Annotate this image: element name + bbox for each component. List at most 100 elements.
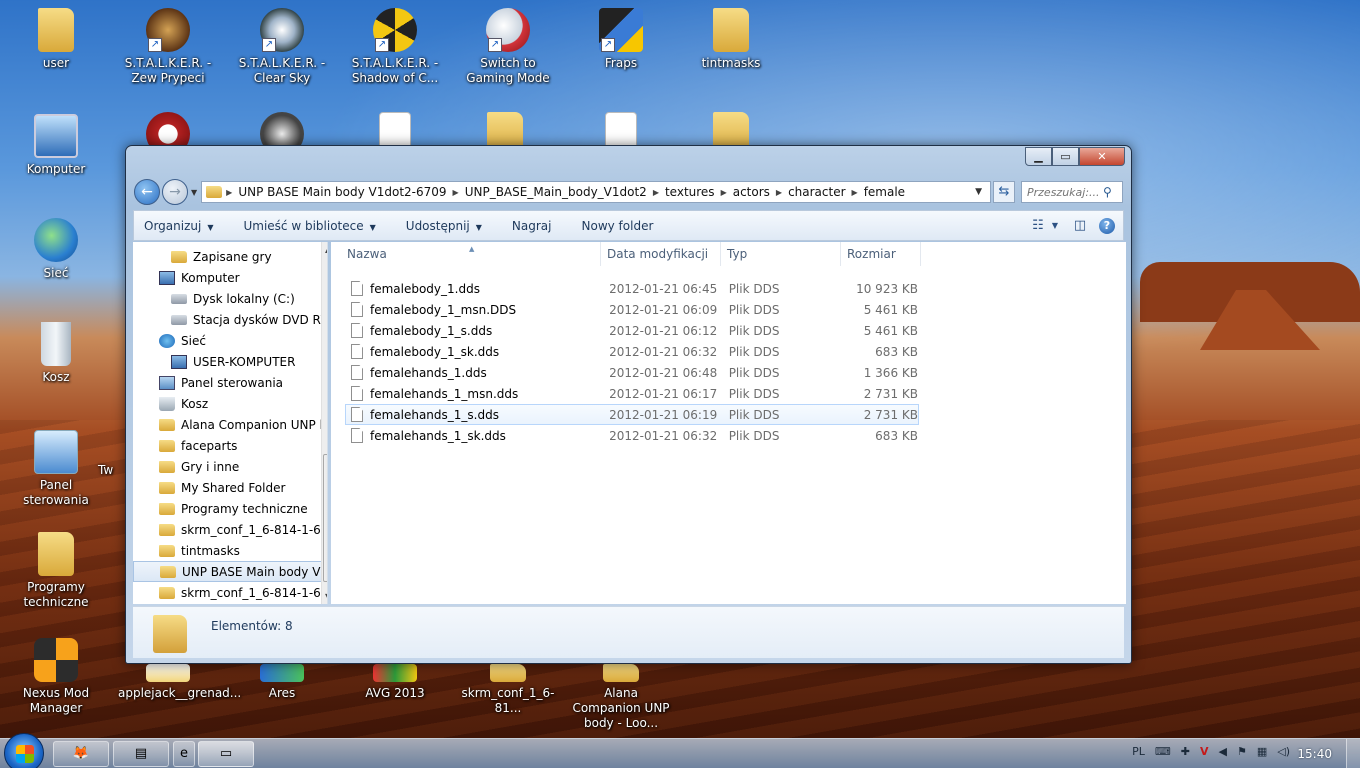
maximize-button[interactable]: ▭ xyxy=(1052,147,1079,166)
chevron-right-icon[interactable]: ▶ xyxy=(226,188,232,197)
desktop-icon-control-panel[interactable]: Panel sterowania xyxy=(6,430,106,508)
nav-item[interactable]: skrm_conf_1_6-814-1-6.z xyxy=(133,582,327,603)
nav-item[interactable]: Zapisane gry xyxy=(133,246,327,267)
nav-item[interactable]: Kosz xyxy=(133,393,327,414)
nav-item[interactable]: Panel sterowania xyxy=(133,372,327,393)
breadcrumb-item[interactable]: UNP_BASE_Main_body_V1dot2 xyxy=(465,185,647,199)
close-button[interactable]: ✕ xyxy=(1079,147,1125,166)
file-row[interactable]: femalehands_1_s.dds 2012-01-21 06:19 Plik … xyxy=(345,404,919,425)
desktop-icon-nexus[interactable]: Nexus Mod Manager xyxy=(6,638,106,716)
nav-item[interactable]: Stacja dysków DVD RW xyxy=(133,309,327,330)
desktop-icon-partial-folder[interactable] xyxy=(455,112,555,146)
desktop-icon-partial-folder2[interactable] xyxy=(681,112,781,146)
clock[interactable]: 15:40 xyxy=(1297,747,1332,761)
nav-item[interactable]: Gry i inne xyxy=(133,456,327,477)
new-folder-button[interactable]: Nowy folder xyxy=(582,219,654,233)
show-desktop-button[interactable] xyxy=(1346,739,1360,768)
desktop-icon-alana[interactable]: Alana Companion UNP body - Loo... xyxy=(571,664,671,731)
search-box[interactable]: ⚲ xyxy=(1021,181,1123,203)
desktop-icon-applejack[interactable]: applejack__grenad... xyxy=(118,664,241,701)
desktop-icon-partial-file[interactable] xyxy=(571,112,671,146)
nav-item[interactable]: My Shared Folder xyxy=(133,477,327,498)
file-row[interactable]: femalehands_1_sk.dds 2012-01-21 06:32 Plik… xyxy=(345,425,919,446)
flag-tray-icon[interactable]: ⚑ xyxy=(1237,745,1247,758)
column-size[interactable]: Rozmiar xyxy=(841,242,921,266)
start-button[interactable] xyxy=(4,733,44,768)
app-tray-icon[interactable]: ✚ xyxy=(1181,745,1190,758)
taskbar-firefox[interactable]: 🦊 xyxy=(53,741,109,767)
taskbar-explorer[interactable]: ▭ xyxy=(198,741,254,767)
network-tray-icon[interactable]: ▦ xyxy=(1257,745,1267,758)
nav-item[interactable]: Komputer xyxy=(133,267,327,288)
nav-item[interactable]: UNP BASE Main body V1 xyxy=(133,561,327,582)
scroll-down-icon[interactable]: ▼ xyxy=(325,592,327,601)
keyboard-icon[interactable]: ⌨ xyxy=(1155,745,1171,758)
share-button[interactable]: Udostępnij ▼ xyxy=(406,219,482,233)
chevron-right-icon[interactable]: ▶ xyxy=(776,188,782,197)
preview-pane-icon[interactable]: ◫ xyxy=(1069,216,1091,236)
scroll-up-icon[interactable]: ▲ xyxy=(325,245,327,254)
desktop-icon-partial-r[interactable] xyxy=(118,112,218,146)
organize-button[interactable]: Organizuj ▼ xyxy=(144,219,213,233)
desktop-icon-fraps[interactable]: ↗ Fraps xyxy=(571,8,671,71)
breadcrumb-item[interactable]: character xyxy=(788,185,845,199)
column-name[interactable]: Nazwa ▲ xyxy=(341,242,601,266)
nav-scrollbar[interactable]: ▲ ▼ xyxy=(321,242,327,604)
taskbar-ie[interactable]: e xyxy=(173,741,195,767)
desktop-icon-ares[interactable]: Ares xyxy=(232,664,332,701)
desktop-icon-partial-doc[interactable] xyxy=(345,112,445,146)
nav-item[interactable]: Alana Companion UNP b xyxy=(133,414,327,435)
desktop-icon-skrm[interactable]: skrm_conf_1_6-81... xyxy=(458,664,558,716)
file-row[interactable]: femalebody_1.dds 2012-01-21 06:45 Plik DDS… xyxy=(345,278,919,299)
file-row[interactable]: femalehands_1_msn.dds 2012-01-21 06:17 Pli… xyxy=(345,383,919,404)
burn-button[interactable]: Nagraj xyxy=(512,219,552,233)
nav-item[interactable]: faceparts xyxy=(133,435,327,456)
language-indicator[interactable]: PL xyxy=(1132,745,1145,758)
desktop-icon-recycle-bin[interactable]: Kosz xyxy=(6,322,106,385)
nav-item[interactable]: Programy techniczne xyxy=(133,498,327,519)
breadcrumb-item[interactable]: actors xyxy=(733,185,770,199)
search-input[interactable] xyxy=(1027,185,1103,199)
desktop-icon-stalker-cop[interactable]: ↗ S.T.A.L.K.E.R. - Zew Prypeci xyxy=(118,8,218,86)
column-date[interactable]: Data modyfikacji xyxy=(601,242,721,266)
desktop-icon-stalker-cs[interactable]: ↗ S.T.A.L.K.E.R. - Clear Sky xyxy=(232,8,332,86)
file-row[interactable]: femalebody_1_msn.DDS 2012-01-21 06:09 Plik… xyxy=(345,299,919,320)
column-type[interactable]: Typ xyxy=(721,242,841,266)
desktop-icon-partial-skyrim[interactable] xyxy=(232,112,332,146)
recent-pages-dropdown[interactable]: ▼ xyxy=(191,188,197,197)
minimize-button[interactable]: ▁ xyxy=(1025,147,1052,166)
help-icon[interactable]: ? xyxy=(1099,217,1115,234)
file-row[interactable]: femalebody_1_sk.dds 2012-01-21 06:32 Plik … xyxy=(345,341,919,362)
desktop-icon-computer[interactable]: Komputer xyxy=(6,114,106,177)
desktop-icon-network[interactable]: Sieć xyxy=(6,218,106,281)
chevron-right-icon[interactable]: ▶ xyxy=(453,188,459,197)
desktop-icon-tintmasks[interactable]: tintmasks xyxy=(681,8,781,71)
avg-tray-icon[interactable]: V xyxy=(1200,745,1209,758)
back-button[interactable]: ← xyxy=(134,179,160,205)
speaker-tray-icon[interactable]: ◀ xyxy=(1218,745,1226,758)
desktop-icon-programy[interactable]: Programy techniczne xyxy=(6,532,106,610)
breadcrumb-item[interactable]: textures xyxy=(665,185,715,199)
desktop-icon-user[interactable]: user xyxy=(6,8,106,71)
nav-item[interactable]: Sieć xyxy=(133,330,327,351)
desktop-icon-avg[interactable]: AVG 2013 xyxy=(345,664,445,701)
address-bar[interactable]: ▶ UNP BASE Main body V1dot2-6709 ▶ UNP_B… xyxy=(201,181,991,203)
desktop-icon-gaming-mode[interactable]: ↗ Switch to Gaming Mode xyxy=(458,8,558,86)
volume-icon[interactable]: ◁) xyxy=(1277,745,1290,758)
explorer-window[interactable]: ▁ ▭ ✕ ← → ▼ ▶ UNP BASE Main body V1dot2-… xyxy=(125,145,1132,664)
breadcrumb-item[interactable]: UNP BASE Main body V1dot2-6709 xyxy=(238,185,446,199)
nav-item[interactable]: USER-KOMPUTER xyxy=(133,351,327,372)
chevron-right-icon[interactable]: ▶ xyxy=(721,188,727,197)
chevron-down-icon[interactable]: ▼ xyxy=(971,187,986,197)
view-details-icon[interactable]: ☷ xyxy=(1027,216,1049,236)
nav-item[interactable]: skrm_conf_1_6-814-1-6 xyxy=(133,519,327,540)
forward-button[interactable]: → xyxy=(162,179,188,205)
nav-item[interactable]: Dysk lokalny (C:) xyxy=(133,288,327,309)
chevron-down-icon[interactable]: ▼ xyxy=(1049,216,1061,236)
breadcrumb-item[interactable]: female xyxy=(864,185,905,199)
file-row[interactable]: femalebody_1_s.dds 2012-01-21 06:12 Plik D… xyxy=(345,320,919,341)
chevron-right-icon[interactable]: ▶ xyxy=(653,188,659,197)
refresh-button[interactable]: ⇆ xyxy=(993,181,1015,203)
taskbar-app[interactable]: ▤ xyxy=(113,741,169,767)
include-in-library-button[interactable]: Umieść w bibliotece ▼ xyxy=(243,219,375,233)
